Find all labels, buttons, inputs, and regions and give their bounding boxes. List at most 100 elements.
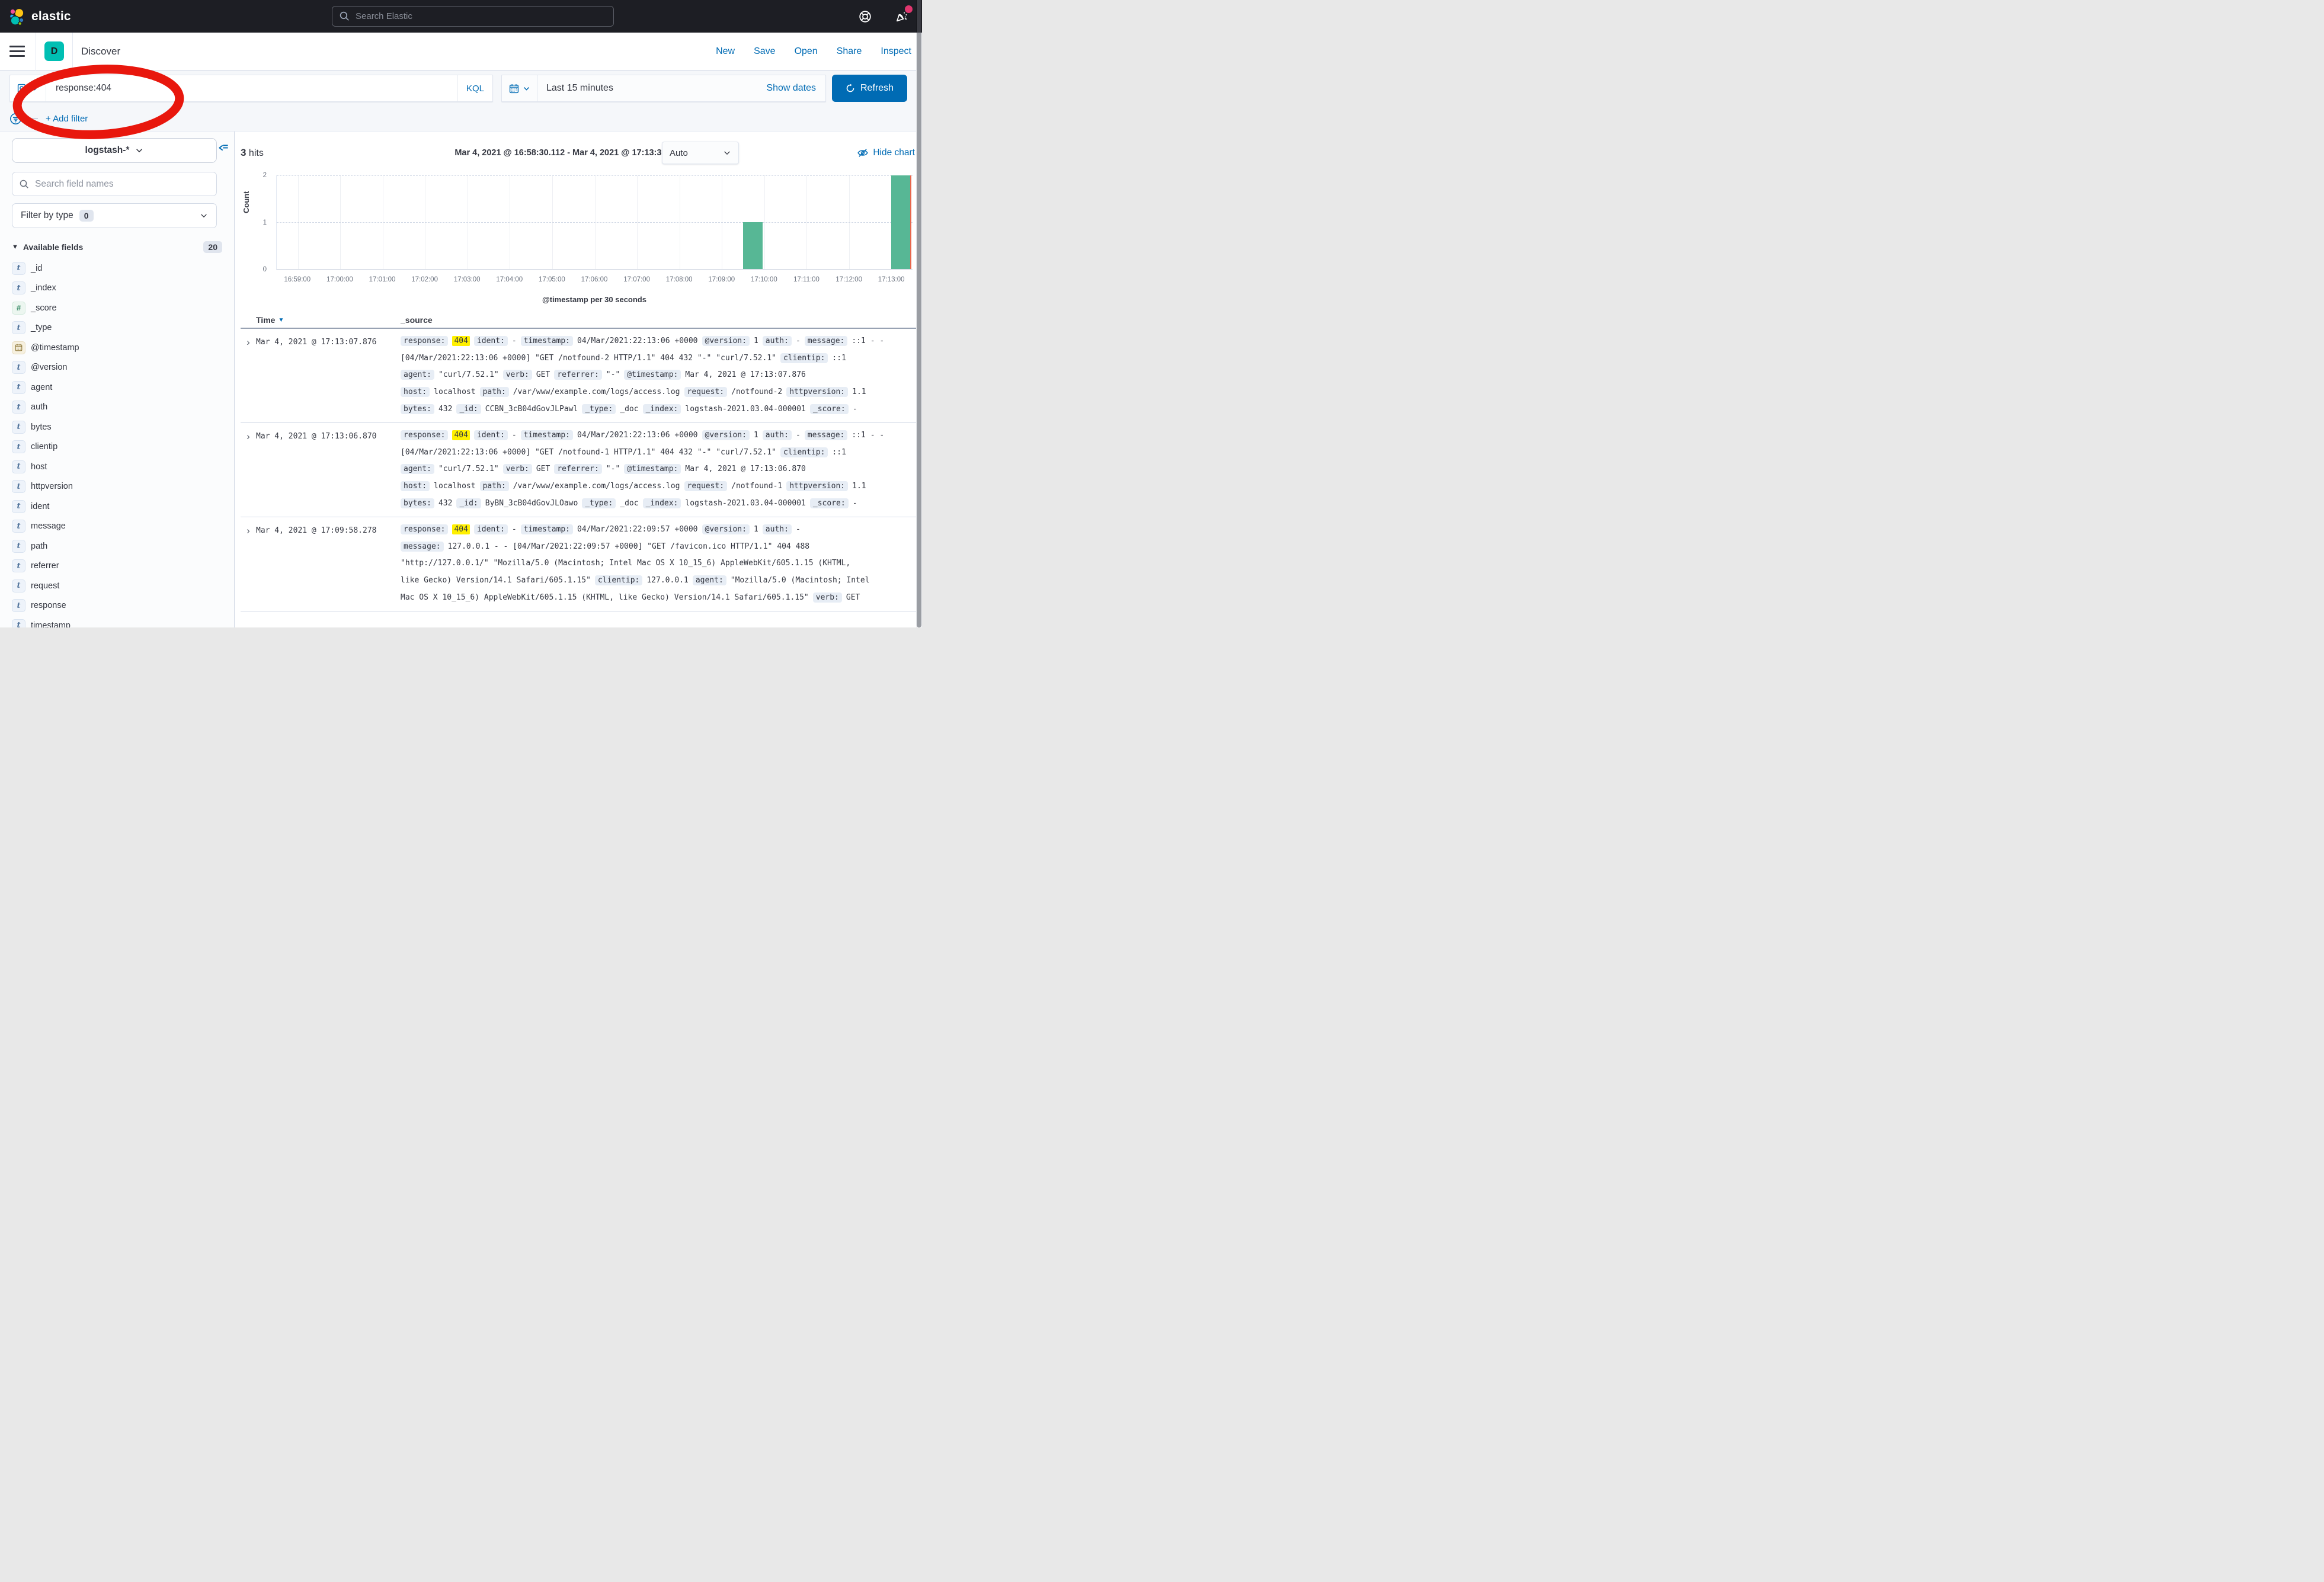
field-value: 1	[754, 525, 758, 534]
field-item-path[interactable]: tpath	[12, 536, 222, 556]
field-item-@timestamp[interactable]: @timestamp	[12, 338, 222, 358]
field-item-agent[interactable]: tagent	[12, 377, 222, 398]
saved-query-menu-button[interactable]	[10, 75, 46, 101]
field-item-auth[interactable]: tauth	[12, 398, 222, 418]
field-name-pill: @timestamp:	[624, 464, 681, 474]
index-pattern-select[interactable]: logstash-*	[12, 138, 217, 163]
notification-dot	[905, 5, 913, 13]
field-item-@version[interactable]: t@version	[12, 358, 222, 378]
field-name: clientip	[31, 442, 57, 451]
nav-link-new[interactable]: New	[716, 46, 735, 57]
field-name-pill: _type:	[582, 498, 616, 508]
filter-icon[interactable]	[9, 113, 22, 125]
discover-app-badge: D	[44, 41, 64, 61]
field-value: localhost	[434, 388, 475, 396]
field-item-_type[interactable]: t_type	[12, 318, 222, 338]
expand-row-icon[interactable]: ›	[241, 332, 256, 418]
page-scrollbar[interactable]	[916, 0, 922, 627]
query-input[interactable]: response:404	[46, 83, 457, 94]
newsfeed-icon[interactable]	[895, 9, 909, 24]
table-row: ›Mar 4, 2021 @ 17:09:58.278response:404i…	[241, 517, 921, 611]
refresh-button[interactable]: Refresh	[832, 75, 907, 102]
chart-plot-area[interactable]	[276, 175, 913, 270]
nav-link-share[interactable]: Share	[837, 46, 862, 57]
field-item-bytes[interactable]: tbytes	[12, 417, 222, 437]
sort-desc-icon: ▼	[278, 317, 284, 324]
query-language-button[interactable]: KQL	[457, 75, 492, 101]
content: logstash-* Search field names Filter by …	[0, 132, 922, 627]
table-row: ›Mar 4, 2021 @ 17:13:06.870response:404i…	[241, 423, 921, 517]
expand-row-icon[interactable]: ›	[241, 427, 256, 512]
field-value: -	[796, 337, 801, 345]
histogram-bar[interactable]	[743, 222, 763, 269]
available-fields-header[interactable]: ▼ Available fields 20	[12, 241, 222, 253]
nav-link-open[interactable]: Open	[795, 46, 818, 57]
field-value: -	[796, 431, 801, 440]
source-line: agent:"curl/7.52.1"verb:GETreferrer:"-"@…	[401, 367, 921, 384]
field-item-referrer[interactable]: treferrer	[12, 556, 222, 577]
add-filter-link[interactable]: + Add filter	[46, 114, 88, 124]
string-type-icon: t	[12, 321, 25, 334]
field-name-pill: _index:	[643, 404, 681, 414]
field-name-pill: httpversion:	[786, 481, 848, 491]
field-item-_id[interactable]: t_id	[12, 258, 222, 278]
field-value: [04/Mar/2021:22:13:06 +0000] "GET /notfo…	[401, 354, 776, 363]
global-search-input[interactable]: Search Elastic	[332, 6, 614, 27]
highlighted-value: 404	[452, 336, 469, 346]
chevron-down-icon	[723, 149, 731, 157]
field-item-response[interactable]: tresponse	[12, 596, 222, 616]
source-line: agent:"curl/7.52.1"verb:GETreferrer:"-"@…	[401, 461, 921, 478]
field-name-pill: message:	[401, 542, 444, 552]
field-name-pill: message:	[805, 336, 848, 346]
x-tick-label: 17:08:00	[666, 276, 693, 283]
field-item-request[interactable]: trequest	[12, 576, 222, 596]
string-type-icon: t	[12, 460, 25, 473]
field-name: _index	[31, 283, 56, 293]
hide-chart-link[interactable]: Hide chart	[857, 148, 915, 158]
field-value: 1.1	[852, 482, 866, 491]
chevron-down-icon	[200, 212, 208, 220]
field-value: 432	[438, 499, 452, 508]
date-picker-menu-button[interactable]	[502, 75, 538, 101]
field-value: [04/Mar/2021:22:13:06 +0000] "GET /notfo…	[401, 448, 776, 457]
x-tick-label: 17:00:00	[326, 276, 353, 283]
time-range-value[interactable]: Last 15 minutes	[538, 83, 766, 94]
source-line: bytes:432_id:ByBN_3cB04dGovJLOawo_type:_…	[401, 495, 921, 512]
field-name-pill: verb:	[503, 464, 532, 474]
field-search-placeholder: Search field names	[35, 179, 114, 190]
x-tick-label: 17:07:00	[623, 276, 650, 283]
chart-gridline	[277, 175, 913, 176]
nav-link-save[interactable]: Save	[754, 46, 775, 57]
field-item-clientip[interactable]: tclientip	[12, 437, 222, 457]
field-item-httpversion[interactable]: thttpversion	[12, 477, 222, 497]
scrollbar-thumb[interactable]	[917, 12, 921, 627]
menu-icon[interactable]	[9, 46, 25, 57]
field-item-_index[interactable]: t_index	[12, 278, 222, 299]
field-value: logstash-2021.03.04-000001	[685, 499, 806, 508]
field-item-_score[interactable]: #_score	[12, 298, 222, 318]
elastic-logo[interactable]: elastic	[8, 8, 71, 25]
nav-link-inspect[interactable]: Inspect	[881, 46, 911, 57]
field-item-ident[interactable]: tident	[12, 497, 222, 517]
histogram-bar[interactable]	[891, 175, 911, 269]
field-item-host[interactable]: thost	[12, 457, 222, 477]
field-item-timestamp[interactable]: ttimestamp	[12, 616, 222, 627]
string-type-icon: t	[12, 401, 25, 414]
time-column-header[interactable]: Time ▼	[256, 315, 401, 325]
interval-select[interactable]: Auto	[662, 142, 739, 164]
string-type-icon: t	[12, 480, 25, 493]
field-value: 04/Mar/2021:22:13:06 +0000	[577, 337, 698, 345]
collapse-sidebar-icon[interactable]	[218, 142, 229, 153]
field-item-message[interactable]: tmessage	[12, 517, 222, 537]
filter-by-type-select[interactable]: Filter by type 0	[12, 203, 217, 228]
help-icon[interactable]	[858, 9, 872, 24]
global-search-placeholder: Search Elastic	[356, 11, 412, 21]
field-name-pill: request:	[684, 481, 728, 491]
field-search-input[interactable]: Search field names	[12, 172, 217, 196]
show-dates-link[interactable]: Show dates	[766, 83, 825, 94]
field-name-pill: path:	[480, 481, 509, 491]
field-name-pill: path:	[480, 387, 509, 397]
field-value: Mac OS X 10_15_6) AppleWebKit/605.1.15 (…	[401, 593, 809, 602]
expand-row-icon[interactable]: ›	[241, 521, 256, 606]
search-icon	[340, 11, 350, 21]
